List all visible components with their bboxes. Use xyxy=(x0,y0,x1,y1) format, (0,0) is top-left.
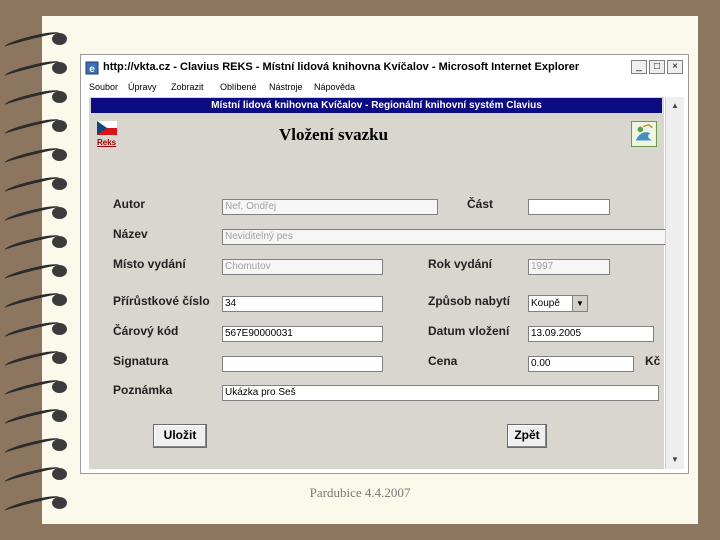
menu-item-oblibene[interactable]: Oblíbené xyxy=(220,82,257,92)
spiral-binding xyxy=(0,0,80,540)
czech-flag-icon[interactable] xyxy=(97,121,117,135)
menu-item-soubor[interactable]: Soubor xyxy=(89,82,118,92)
minimize-button[interactable]: _ xyxy=(631,60,647,74)
spiral-ring xyxy=(3,174,70,196)
menu-item-upravy[interactable]: Úpravy xyxy=(128,82,157,92)
poznamka-field[interactable]: Ukázka pro Seš xyxy=(222,385,659,401)
spiral-ring xyxy=(3,348,70,370)
nazev-field[interactable]: Neviditelný pes xyxy=(222,229,668,245)
zpusob-nabyti-value: Koupě xyxy=(531,298,560,309)
spiral-ring xyxy=(3,435,70,457)
carovy-kod-label: Čárový kód xyxy=(113,324,179,338)
cena-unit: Kč xyxy=(645,354,661,368)
window-title: http://vkta.cz - Clavius REKS - Místní l… xyxy=(103,61,580,73)
prirustkove-cislo-field[interactable]: 34 xyxy=(222,296,383,312)
cast-field[interactable] xyxy=(528,199,610,215)
reks-link[interactable]: Reks xyxy=(97,138,116,147)
spiral-ring xyxy=(3,145,70,167)
datum-vlozeni-label: Datum vložení xyxy=(428,324,510,338)
spiral-ring xyxy=(3,261,70,283)
close-button[interactable]: × xyxy=(667,60,683,74)
spiral-ring xyxy=(3,232,70,254)
cast-label: Část xyxy=(467,197,494,211)
zpusob-nabyti-select[interactable]: Koupě ▼ xyxy=(528,295,588,312)
cena-label: Cena xyxy=(428,354,458,368)
prirustkove-cislo-label: Přírůstkové číslo xyxy=(113,294,210,308)
spiral-ring xyxy=(3,87,70,109)
cena-field[interactable]: 0.00 xyxy=(528,356,634,372)
spiral-ring xyxy=(3,116,70,138)
spiral-ring xyxy=(3,290,70,312)
signatura-label: Signatura xyxy=(113,354,169,368)
vertical-scrollbar[interactable]: ▲ ▼ xyxy=(665,97,684,469)
clavius-logo-icon xyxy=(631,121,657,147)
menu-item-nastroje[interactable]: Nástroje xyxy=(269,82,303,92)
spiral-ring xyxy=(3,203,70,225)
maximize-button[interactable]: □ xyxy=(649,60,665,74)
rok-vydani-label: Rok vydání xyxy=(428,257,493,271)
menu-item-zobrazit[interactable]: Zobrazit xyxy=(171,82,204,92)
page-content: Místní lidová knihovna Kvíčalov - Region… xyxy=(89,97,668,469)
datum-vlozeni-field[interactable]: 13.09.2005 xyxy=(528,326,654,342)
autor-field[interactable]: Nef, Ondřej xyxy=(222,199,438,215)
autor-label: Autor xyxy=(113,197,145,211)
menu-bar: Soubor Úpravy Zobrazit Oblíbené Nástroje… xyxy=(83,80,686,96)
misto-vydani-field[interactable]: Chomutov xyxy=(222,259,383,275)
spiral-ring xyxy=(3,377,70,399)
back-button[interactable]: Zpět xyxy=(507,424,547,448)
spiral-ring xyxy=(3,406,70,428)
misto-vydani-label: Místo vydání xyxy=(113,257,186,271)
browser-icon: e xyxy=(85,61,99,75)
poznamka-label: Poznámka xyxy=(113,383,173,397)
slide-footer: Pardubice 4.4.2007 xyxy=(309,485,411,500)
chevron-down-icon[interactable]: ▼ xyxy=(572,296,587,311)
spiral-ring xyxy=(3,319,70,341)
save-button[interactable]: Uložit xyxy=(153,424,207,448)
menu-item-napoveda[interactable]: Nápověda xyxy=(314,82,355,92)
rok-vydani-field[interactable]: 1997 xyxy=(528,259,610,275)
zpusob-nabyti-label: Způsob nabytí xyxy=(428,294,510,308)
scroll-up-icon[interactable]: ▲ xyxy=(668,99,682,113)
scroll-down-icon[interactable]: ▼ xyxy=(668,453,682,467)
signatura-field[interactable] xyxy=(222,356,383,372)
spiral-ring xyxy=(3,464,70,486)
svg-text:e: e xyxy=(89,64,95,75)
spiral-ring xyxy=(3,58,70,80)
spiral-ring xyxy=(3,29,70,51)
browser-window: e http://vkta.cz - Clavius REKS - Místní… xyxy=(80,54,689,474)
carovy-kod-field[interactable]: 567E90000031 xyxy=(222,326,383,342)
nazev-label: Název xyxy=(113,227,148,241)
form-title: Vložení svazku xyxy=(279,125,389,144)
title-bar: e http://vkta.cz - Clavius REKS - Místní… xyxy=(83,57,686,79)
library-banner: Místní lidová knihovna Kvíčalov - Region… xyxy=(91,98,662,113)
